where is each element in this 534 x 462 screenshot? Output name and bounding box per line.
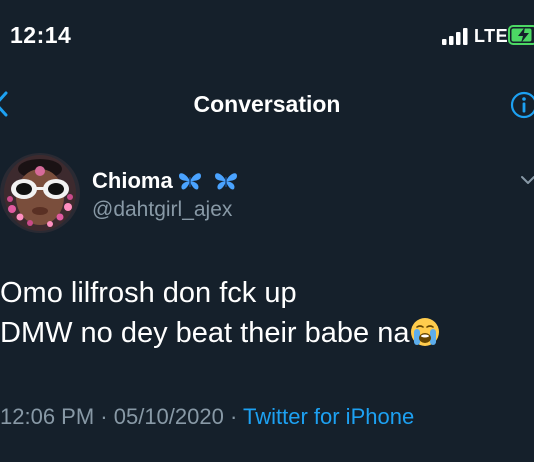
status-bar: 12:14 LTE [0,0,534,72]
loudly-crying-face-icon [411,318,440,346]
signal-strength-icon [442,28,468,45]
navigation-bar: Conversation [0,72,534,136]
network-type: LTE [474,26,509,46]
page-title: Conversation [193,91,341,117]
author-handle[interactable]: @dahtgirl_ajex [92,198,232,222]
butterfly-icon [214,173,237,190]
tweet-time: 12:06 PM [0,404,95,429]
tweet-text: Omo lilfrosh don fck up DMW no dey beat … [0,273,440,353]
status-time: 12:14 [10,22,72,48]
chevron-down-icon[interactable] [520,174,534,186]
author-name[interactable]: Chioma [92,168,239,194]
battery-charging-icon [508,25,534,45]
meta-separator: · [94,404,114,429]
tweet-text-line-1: Omo lilfrosh don fck up [0,277,297,309]
tweet-source-link[interactable]: Twitter for iPhone [243,404,414,429]
meta-separator: · [223,404,243,429]
avatar[interactable] [0,153,80,233]
tweet-meta: 12:06 PM · 05/10/2020 · Twitter for iPho… [0,404,414,430]
butterfly-icon [178,173,201,190]
tweet-text-line-2: DMW no dey beat their babe na [0,313,440,353]
tweet-date: 05/10/2020 [113,404,224,429]
info-icon[interactable] [510,91,534,119]
tweet-text-line-2-content: DMW no dey beat their babe na [0,317,410,349]
author-name-text: Chioma [92,168,173,193]
